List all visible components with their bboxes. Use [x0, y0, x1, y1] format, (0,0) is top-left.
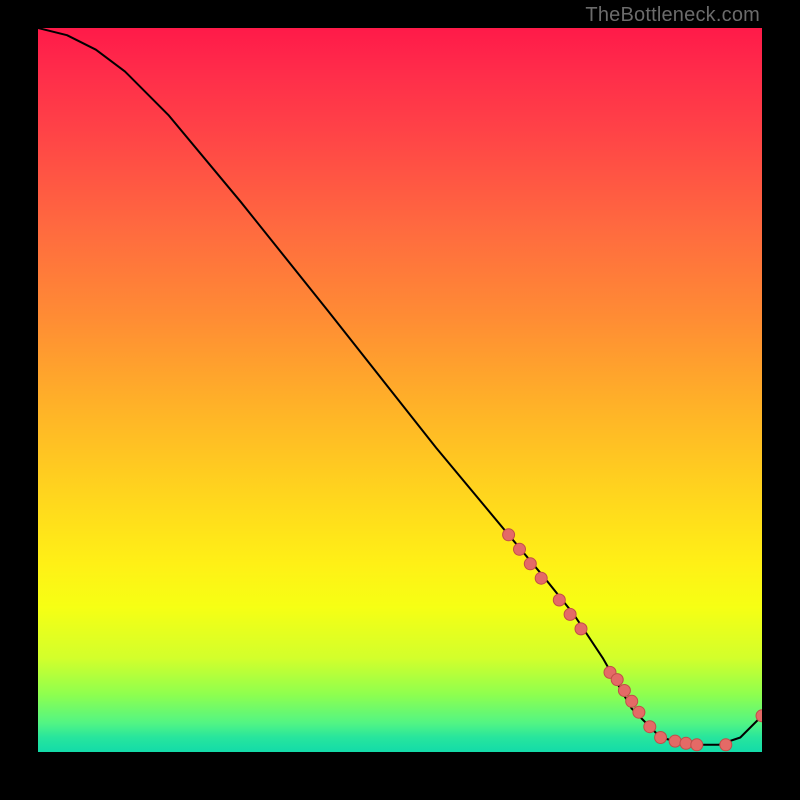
data-marker [691, 739, 703, 751]
data-marker [553, 594, 565, 606]
data-marker [618, 685, 630, 697]
data-marker [604, 666, 616, 678]
chart-svg [38, 28, 762, 752]
data-marker [655, 732, 667, 744]
data-marker [756, 710, 762, 722]
data-marker [514, 543, 526, 555]
data-marker [524, 558, 536, 570]
data-marker [503, 529, 515, 541]
data-marker [720, 739, 732, 751]
data-marker [633, 706, 645, 718]
marker-group [503, 529, 762, 751]
data-marker [611, 674, 623, 686]
plot-area [38, 28, 762, 752]
data-marker [669, 735, 681, 747]
watermark-text: TheBottleneck.com [585, 4, 760, 27]
data-marker [644, 721, 656, 733]
bottleneck-curve-path [38, 28, 762, 745]
data-marker [575, 623, 587, 635]
data-marker [626, 695, 638, 707]
data-marker [564, 608, 576, 620]
data-marker [680, 737, 692, 749]
data-marker [535, 572, 547, 584]
chart-stage: TheBottleneck.com [0, 0, 800, 800]
